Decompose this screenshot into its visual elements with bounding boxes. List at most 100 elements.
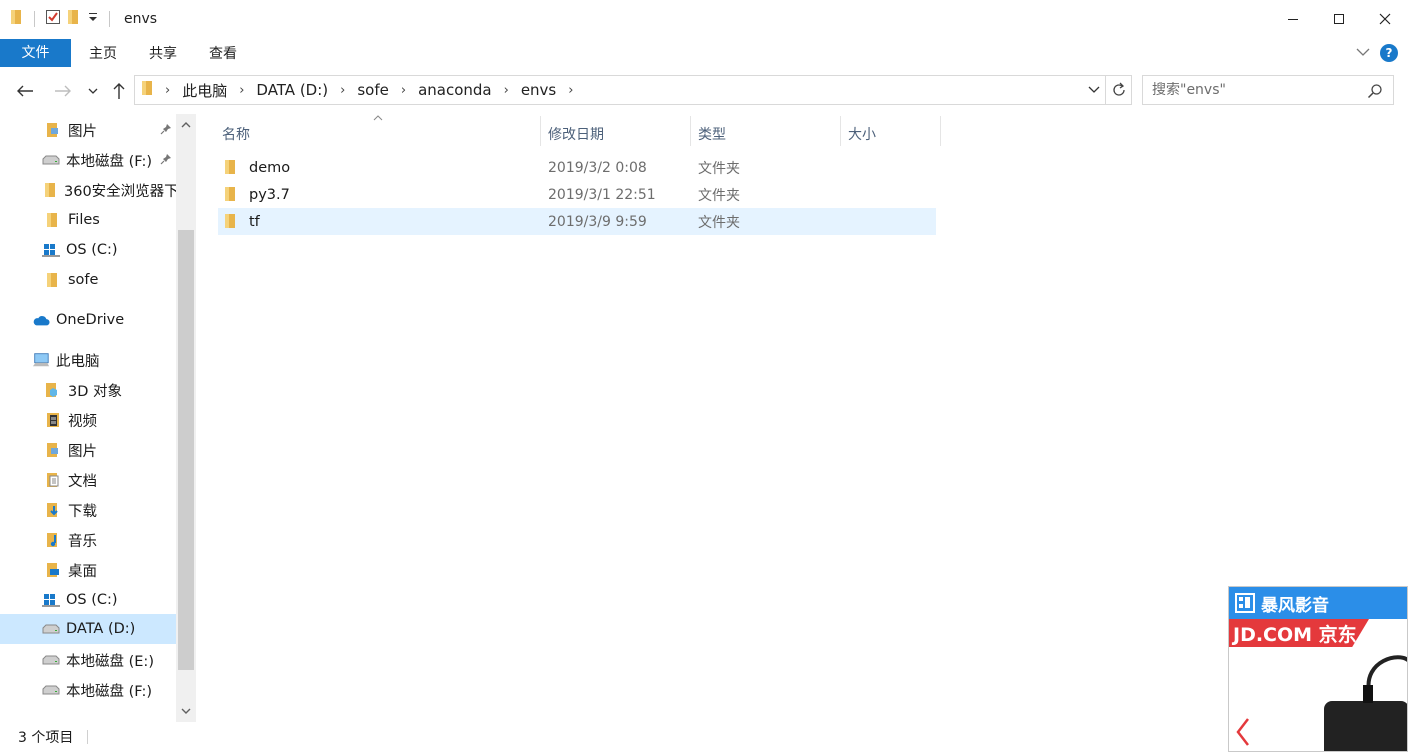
column-divider[interactable] — [690, 116, 691, 146]
tab-share[interactable]: 共享 — [133, 38, 193, 70]
tab-home[interactable]: 主页 — [73, 38, 133, 70]
column-header-name[interactable]: 名称 — [222, 116, 540, 152]
close-button[interactable] — [1362, 0, 1408, 38]
search-box[interactable] — [1142, 75, 1394, 105]
search-icon[interactable] — [1367, 83, 1383, 103]
crumb-data-drive[interactable]: DATA (D:) — [256, 81, 328, 99]
nav-item-documents[interactable]: 文档 — [0, 465, 176, 495]
minimize-button[interactable] — [1270, 0, 1316, 38]
nav-item-pictures[interactable]: 图片 — [0, 435, 176, 465]
up-button[interactable] — [108, 80, 130, 102]
breadcrumb: › 此电脑 › DATA (D:) › sofe › anaconda › en… — [161, 80, 585, 101]
drive-icon — [42, 620, 60, 638]
navigation-pane: 图片 本地磁盘 (F:) 360安全浏览器下 Files OS (C:) sof… — [0, 114, 196, 722]
back-button[interactable] — [14, 80, 36, 102]
ad-brand: 暴风影音 — [1261, 595, 1329, 616]
file-row[interactable]: demo 2019/3/2 0:08 文件夹 — [218, 154, 936, 181]
nav-item-os-c[interactable]: OS (C:) — [0, 585, 176, 615]
refresh-button[interactable] — [1105, 76, 1131, 104]
crumb-envs[interactable]: envs — [521, 81, 556, 99]
help-icon[interactable]: ? — [1380, 44, 1398, 62]
folder-icon — [224, 213, 238, 233]
chevron-right-icon[interactable]: › — [568, 83, 573, 98]
scrollbar-thumb[interactable] — [178, 230, 194, 670]
nav-item-music[interactable]: 音乐 — [0, 525, 176, 555]
back-arrow-icon — [17, 85, 33, 97]
pin-icon[interactable] — [160, 153, 172, 169]
ad-header: 暴风影音 — [1229, 587, 1407, 619]
nav-item-desktop[interactable]: 桌面 — [0, 555, 176, 585]
file-type: 文件夹 — [698, 160, 740, 177]
customize-dropdown-icon[interactable] — [87, 11, 99, 27]
separator — [109, 11, 110, 27]
nav-item-quick-os-c[interactable]: OS (C:) — [0, 235, 176, 265]
scroll-up-button[interactable] — [176, 116, 196, 134]
scroll-down-button[interactable] — [176, 702, 196, 720]
new-folder-icon[interactable] — [67, 9, 81, 29]
tab-view[interactable]: 查看 — [193, 38, 253, 70]
tab-file[interactable]: 文件 — [0, 39, 71, 67]
file-row[interactable]: tf 2019/3/9 9:59 文件夹 — [218, 208, 936, 235]
ribbon-tabs: 文件 主页 共享 查看 ? — [0, 38, 1408, 70]
drive-icon — [42, 151, 60, 169]
up-arrow-icon — [113, 83, 125, 99]
search-input[interactable] — [1152, 82, 1362, 98]
ad-prev-icon[interactable] — [1235, 717, 1251, 751]
nav-item-drive-f[interactable]: 本地磁盘 (F:) — [0, 675, 176, 705]
drive-icon — [42, 681, 60, 699]
window-controls — [1270, 0, 1408, 38]
windows-drive-icon — [42, 591, 60, 609]
file-type: 文件夹 — [698, 214, 740, 231]
crumb-anaconda[interactable]: anaconda — [418, 81, 492, 99]
folder-icon — [44, 211, 62, 229]
crumb-sofe[interactable]: sofe — [357, 81, 389, 99]
quick-access-toolbar: envs — [0, 0, 157, 38]
title-bar: envs — [0, 0, 1408, 38]
forward-button[interactable] — [52, 80, 74, 102]
onedrive-cloud-icon — [32, 311, 50, 329]
address-bar[interactable]: › 此电脑 › DATA (D:) › sofe › anaconda › en… — [134, 75, 1132, 105]
expand-ribbon-icon[interactable] — [1356, 45, 1370, 61]
ad-popup[interactable]: 暴风影音 JD.COM 京东 — [1228, 586, 1408, 752]
column-divider[interactable] — [540, 116, 541, 146]
column-divider[interactable] — [940, 116, 941, 146]
nav-item-this-pc[interactable]: 此电脑 — [0, 345, 176, 375]
crumb-this-pc[interactable]: 此电脑 — [182, 80, 227, 101]
ad-product-image — [1319, 651, 1407, 751]
nav-item-quick-pictures[interactable]: 图片 — [0, 115, 176, 145]
nav-item-data-d[interactable]: DATA (D:) — [0, 614, 176, 644]
column-header-type[interactable]: 类型 — [698, 116, 838, 152]
chevron-right-icon[interactable]: › — [239, 83, 244, 98]
nav-item-3d-objects[interactable]: 3D 对象 — [0, 375, 176, 405]
nav-item-files[interactable]: Files — [0, 205, 176, 235]
maximize-icon — [1334, 14, 1344, 24]
file-date: 2019/3/1 22:51 — [548, 186, 656, 203]
pictures-folder-icon — [44, 441, 62, 459]
maximize-button[interactable] — [1316, 0, 1362, 38]
recent-locations-button[interactable] — [86, 80, 100, 102]
nav-item-sofe[interactable]: sofe — [0, 265, 176, 295]
minimize-icon — [1288, 19, 1298, 20]
pin-icon[interactable] — [160, 123, 172, 139]
column-header-date[interactable]: 修改日期 — [548, 116, 688, 152]
nav-item-videos[interactable]: 视频 — [0, 405, 176, 435]
chevron-right-icon[interactable]: › — [340, 83, 345, 98]
nav-item-onedrive[interactable]: OneDrive — [0, 305, 176, 335]
desktop-icon — [44, 561, 62, 579]
navigation-scrollbar[interactable] — [176, 114, 196, 722]
column-divider[interactable] — [840, 116, 841, 146]
ad-jd-banner[interactable]: JD.COM 京东 — [1229, 619, 1369, 647]
refresh-icon — [1112, 82, 1125, 96]
nav-item-quick-drive-f[interactable]: 本地磁盘 (F:) — [0, 145, 176, 175]
chevron-right-icon[interactable]: › — [401, 83, 406, 98]
file-row[interactable]: py3.7 2019/3/1 22:51 文件夹 — [218, 181, 936, 208]
file-name: tf — [249, 213, 260, 230]
nav-item-drive-e[interactable]: 本地磁盘 (E:) — [0, 645, 176, 675]
chevron-right-icon[interactable]: › — [504, 83, 509, 98]
column-header-size[interactable]: 大小 — [848, 116, 938, 152]
address-dropdown-icon[interactable] — [1087, 82, 1101, 100]
properties-checkmark-icon[interactable] — [45, 9, 61, 29]
nav-item-360-browser[interactable]: 360安全浏览器下 — [0, 175, 176, 205]
chevron-right-icon[interactable]: › — [165, 83, 170, 98]
nav-item-downloads[interactable]: 下载 — [0, 495, 176, 525]
